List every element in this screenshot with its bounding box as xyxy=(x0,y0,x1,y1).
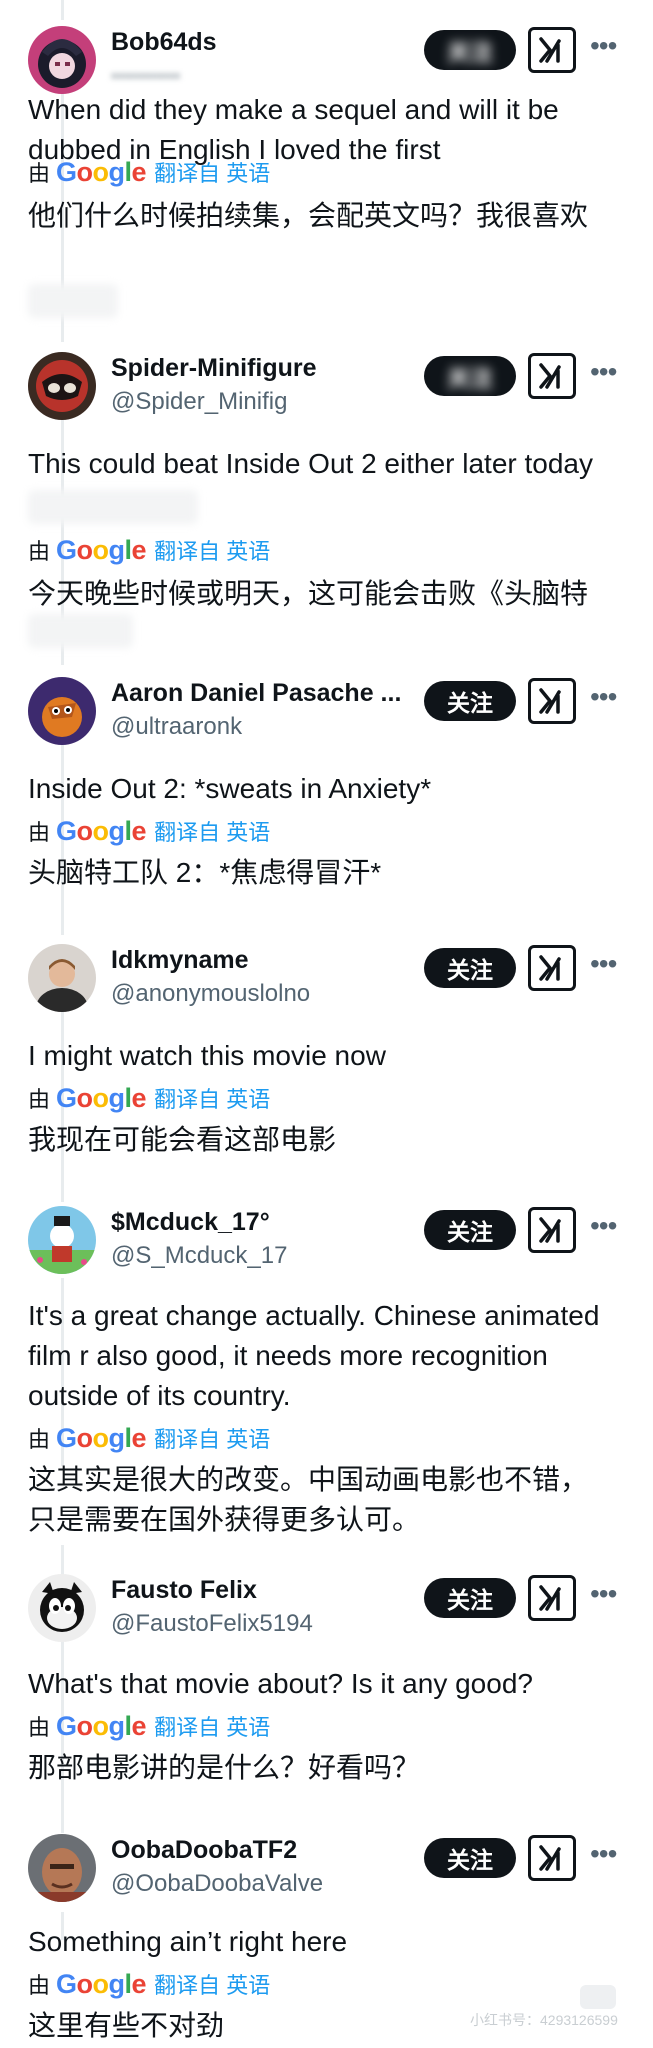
handle[interactable]: @OobaDoobaValve xyxy=(111,1870,323,1898)
grok-icon[interactable] xyxy=(528,1575,576,1621)
display-name[interactable]: OobaDoobaTF2 xyxy=(111,1836,297,1865)
avatar[interactable] xyxy=(28,1834,96,1902)
translated-text: 他们什么时候拍续集，会配英文吗？我很喜欢 xyxy=(28,200,589,231)
handle[interactable]: @Spider_Minifig xyxy=(111,388,287,416)
translated-from-link[interactable]: 翻译自 英语 xyxy=(154,1710,270,1742)
translation-label: 由 Google 翻译自 英语 xyxy=(28,534,271,566)
avatar[interactable] xyxy=(28,352,96,420)
google-logo: Google xyxy=(56,1968,147,1999)
redacted-line xyxy=(28,490,198,524)
more-options-icon[interactable]: ••• xyxy=(590,1578,617,1610)
display-name[interactable]: Spider-Minifigure xyxy=(111,354,317,383)
post-text: It's a great change actually. Chinese an… xyxy=(28,1300,600,1411)
translation-label: 由 Google 翻译自 英语 xyxy=(28,1082,271,1114)
translation-label: 由 Google 翻译自 英语 xyxy=(28,815,271,847)
display-name[interactable]: $Mcduck_17° xyxy=(111,1208,270,1237)
translation-label: 由 Google 翻译自 英语 xyxy=(28,1968,271,2000)
translated-from-link[interactable]: 翻译自 英语 xyxy=(154,815,270,847)
grok-icon[interactable] xyxy=(528,353,576,399)
more-options-icon[interactable]: ••• xyxy=(590,1838,617,1870)
translated-text: 那部电影讲的是什么？好看吗？ xyxy=(28,1752,421,1783)
follow-button[interactable]: 关注 xyxy=(424,1838,516,1878)
follow-button[interactable]: 关注 xyxy=(424,1578,516,1618)
grok-icon[interactable] xyxy=(528,27,576,73)
google-logo: Google xyxy=(56,1082,147,1113)
handle[interactable]: @FaustoFelix5194 xyxy=(111,1610,313,1638)
handle[interactable]: @anonymouslolno xyxy=(111,980,310,1008)
avatar[interactable] xyxy=(28,1574,96,1642)
display-name[interactable]: Fausto Felix xyxy=(111,1576,257,1605)
translated-from-link[interactable]: 翻译自 英语 xyxy=(154,1968,270,2000)
translated-text: 今天晚些时候或明天，这可能会击败《头脑特 xyxy=(28,578,589,609)
translation-label: 由 Google 翻译自 英语 xyxy=(28,1422,271,1454)
google-logo: Google xyxy=(56,156,147,187)
display-name[interactable]: Bob64ds xyxy=(111,28,217,57)
follow-button[interactable]: 关注 xyxy=(424,30,516,70)
google-logo: Google xyxy=(56,1710,147,1741)
post-text: This could beat Inside Out 2 either late… xyxy=(28,448,593,479)
avatar[interactable] xyxy=(28,677,96,745)
google-logo: Google xyxy=(56,534,147,565)
more-options-icon[interactable]: ••• xyxy=(590,1210,617,1242)
post-text: Something ain’t right here xyxy=(28,1926,348,1957)
grok-icon[interactable] xyxy=(528,1835,576,1881)
grok-icon[interactable] xyxy=(528,678,576,724)
watermark-logo xyxy=(580,1985,616,2009)
translated-text: 这其实是很大的改变。中国动画电影也不错， 只是需要在国外获得更多认可。 xyxy=(28,1464,589,1535)
follow-button[interactable]: 关注 xyxy=(424,681,516,721)
translated-from-link[interactable]: 翻译自 英语 xyxy=(154,156,270,188)
follow-button[interactable]: 关注 xyxy=(424,356,516,396)
translated-from-link[interactable]: 翻译自 英语 xyxy=(154,1422,270,1454)
handle[interactable]: @ultraaronk xyxy=(111,713,242,741)
handle-redacted: ••••••••••• xyxy=(111,66,181,86)
follow-button[interactable]: 关注 xyxy=(424,1210,516,1250)
avatar[interactable] xyxy=(28,1206,96,1274)
follow-button[interactable]: 关注 xyxy=(424,948,516,988)
redacted-line xyxy=(28,284,118,318)
translated-from-link[interactable]: 翻译自 英语 xyxy=(154,1082,270,1114)
thread-line xyxy=(61,0,64,20)
post-text: Inside Out 2: *sweats in Anxiety* xyxy=(28,773,432,804)
more-options-icon[interactable]: ••• xyxy=(590,30,617,62)
translation-label: 由 Google 翻译自 英语 xyxy=(28,1710,271,1742)
display-name[interactable]: Idkmyname xyxy=(111,946,249,975)
avatar[interactable] xyxy=(28,26,96,94)
translation-label: 由 Google 翻译自 英语 xyxy=(28,156,271,188)
display-name[interactable]: Aaron Daniel Pasache ... xyxy=(111,679,401,708)
avatar[interactable] xyxy=(28,944,96,1012)
translated-text: 头脑特工队 2：*焦虑得冒汗* xyxy=(28,857,382,888)
more-options-icon[interactable]: ••• xyxy=(590,948,617,980)
grok-icon[interactable] xyxy=(528,945,576,991)
redacted-line xyxy=(28,614,133,648)
translated-from-link[interactable]: 翻译自 英语 xyxy=(154,534,270,566)
translated-text: 我现在可能会看这部电影 xyxy=(28,1124,337,1155)
google-logo: Google xyxy=(56,815,147,846)
google-logo: Google xyxy=(56,1422,147,1453)
watermark: 小红书号：4293126599 xyxy=(470,2012,618,2028)
post-text: What's that movie about? Is it any good? xyxy=(28,1668,533,1699)
more-options-icon[interactable]: ••• xyxy=(590,356,617,388)
grok-icon[interactable] xyxy=(528,1207,576,1253)
more-options-icon[interactable]: ••• xyxy=(590,681,617,713)
handle[interactable]: @S_Mcduck_17 xyxy=(111,1242,287,1270)
post-text: I might watch this movie now xyxy=(28,1040,386,1071)
